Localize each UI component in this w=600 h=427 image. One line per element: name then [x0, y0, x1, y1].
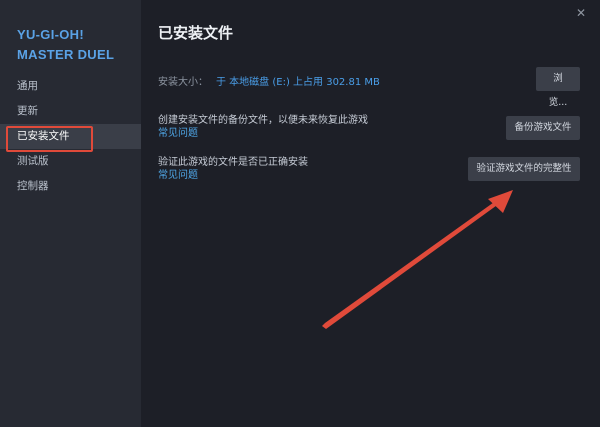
properties-window: YU-GI-OH! MASTER DUEL 通用 更新 已安装文件 测试版 控制…: [0, 0, 600, 427]
arrow-shaft: [322, 200, 500, 329]
install-size-row: 安装大小： 于 本地磁盘 (E:) 上占用 302.81 MB: [158, 73, 380, 88]
backup-description: 创建安装文件的备份文件，以便未来恢复此游戏: [158, 115, 368, 126]
verify-integrity-button[interactable]: 验证游戏文件的完整性: [468, 157, 580, 181]
verify-description: 验证此游戏的文件是否已正确安装: [158, 157, 308, 168]
game-title-line2: MASTER DUEL: [17, 47, 115, 62]
page-title: 已安装文件: [158, 24, 234, 42]
backup-game-files-button[interactable]: 备份游戏文件: [506, 116, 580, 140]
game-title: YU-GI-OH! MASTER DUEL: [17, 25, 137, 65]
sidebar-item-updates[interactable]: 更新: [0, 99, 141, 124]
arrow-head: [488, 190, 513, 213]
sidebar: YU-GI-OH! MASTER DUEL 通用 更新 已安装文件 测试版 控制…: [0, 0, 141, 427]
close-icon[interactable]: ✕: [574, 6, 588, 20]
install-size-label: 安装大小：: [158, 77, 208, 88]
sidebar-item-betas[interactable]: 测试版: [0, 149, 141, 174]
browse-button[interactable]: 浏览...: [536, 67, 580, 108]
red-highlight-box: [6, 126, 93, 152]
backup-faq-link[interactable]: 常见问题: [158, 127, 198, 140]
verify-faq-link[interactable]: 常见问题: [158, 169, 198, 182]
sidebar-item-general[interactable]: 通用: [0, 74, 141, 99]
sidebar-item-controller[interactable]: 控制器: [0, 174, 141, 199]
install-size-value: 于 本地磁盘 (E:) 上占用 302.81 MB: [216, 77, 380, 88]
game-title-line1: YU-GI-OH!: [17, 27, 84, 42]
